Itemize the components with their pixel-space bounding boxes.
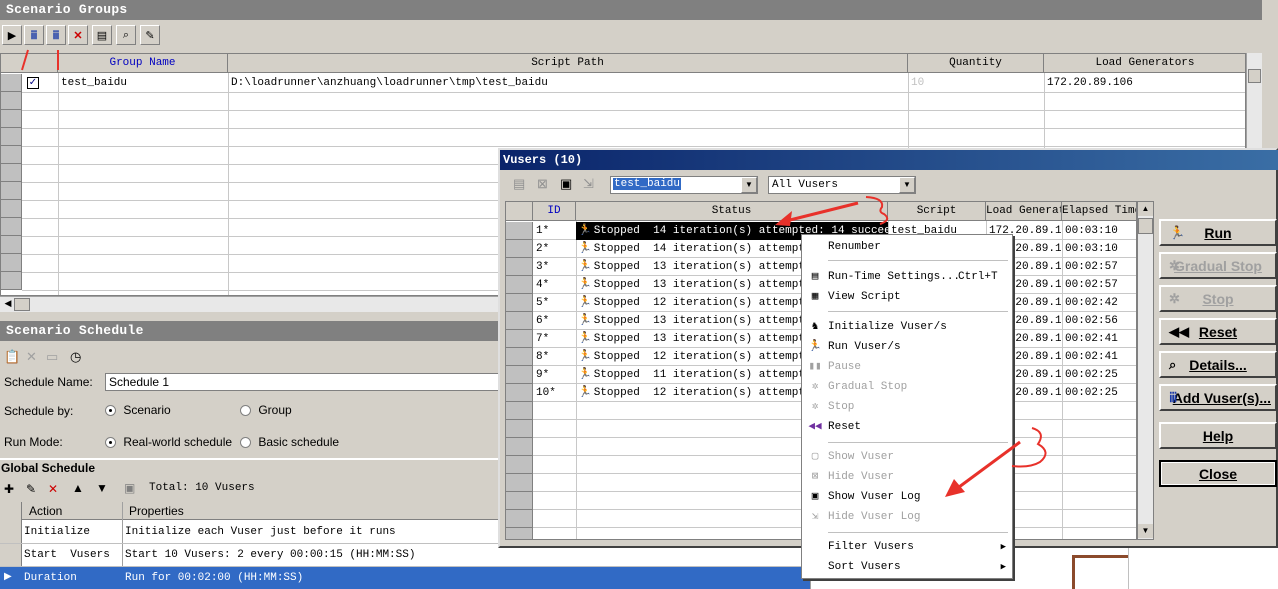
annotation-number-2 [865,196,889,225]
annotation-arrowhead-3 [945,479,965,497]
annotation-arrowhead-2 [775,211,792,226]
annotation-arrow-2 [781,201,859,224]
annotation-overlay-2 [775,196,1047,497]
annotation-number-3 [1011,427,1047,468]
annotation-arrow-3 [954,440,1021,492]
